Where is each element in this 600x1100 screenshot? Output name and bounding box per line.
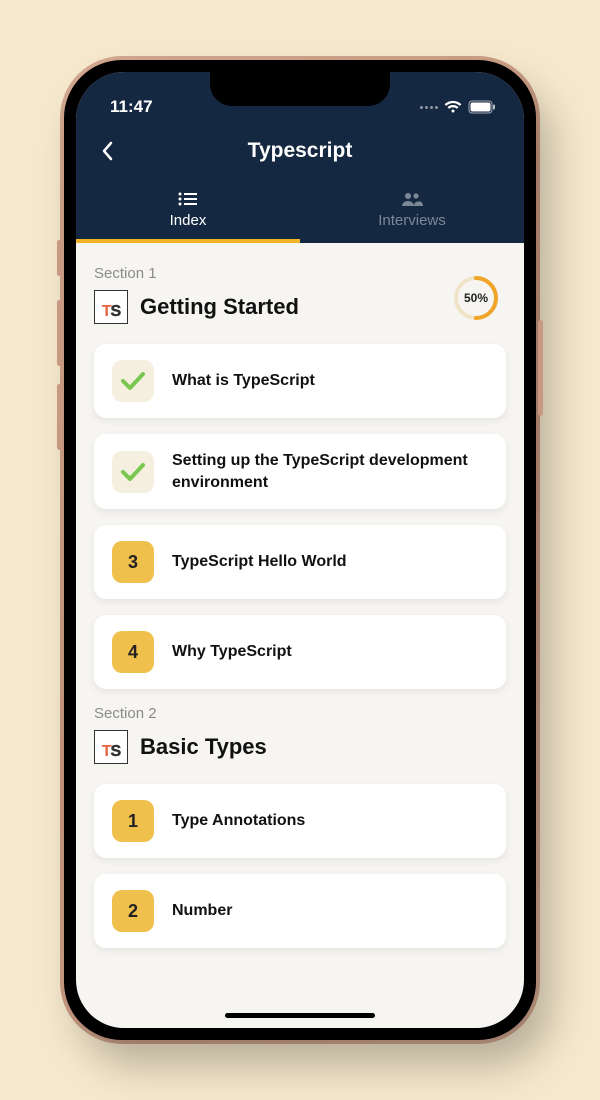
number-badge: 1 [112,800,154,842]
completed-badge [112,360,154,402]
section-label: Section 2 [94,705,506,722]
lesson-title: Why TypeScript [172,641,292,663]
completed-badge [112,451,154,493]
lesson-item[interactable]: Setting up the TypeScript development en… [94,434,506,509]
home-indicator[interactable] [225,1013,375,1018]
check-icon [120,371,146,391]
lesson-title: What is TypeScript [172,370,315,392]
tab-interviews[interactable]: Interviews [300,182,524,243]
people-icon [401,192,423,206]
section-2: Section 2 TS Basic Types 1 Type Annotati… [94,705,506,948]
status-time: 11:47 [110,97,153,117]
lesson-title: Number [172,900,232,922]
lesson-title: TypeScript Hello World [172,551,347,573]
section-label: Section 1 [94,265,506,282]
tab-bar: Index Interviews [76,182,524,243]
typescript-logo-icon: TS [94,730,128,764]
typescript-logo-icon: TS [94,290,128,324]
lesson-item[interactable]: 3 TypeScript Hello World [94,525,506,599]
tab-index[interactable]: Index [76,182,300,243]
lesson-item[interactable]: 2 Number [94,874,506,948]
chevron-left-icon [100,141,114,161]
lesson-item[interactable]: 4 Why TypeScript [94,615,506,689]
lesson-item[interactable]: What is TypeScript [94,344,506,418]
list-icon [178,192,198,206]
back-button[interactable] [94,138,120,164]
number-badge: 3 [112,541,154,583]
lesson-title: Type Annotations [172,810,305,832]
check-icon [120,462,146,482]
progress-percent: 50% [452,274,500,322]
tab-interviews-label: Interviews [378,212,446,229]
wifi-icon [444,100,462,114]
lesson-item[interactable]: 1 Type Annotations [94,784,506,858]
section-1: Section 1 TS Getting Started 50% [94,265,506,689]
active-tab-indicator [76,239,300,243]
tab-index-label: Index [170,212,207,229]
section-title: Getting Started [140,294,299,320]
battery-icon [468,100,496,114]
section-title: Basic Types [140,734,267,760]
cellular-icon [420,106,438,109]
progress-ring: 50% [452,274,500,322]
content-scroll[interactable]: Section 1 TS Getting Started 50% [76,243,524,985]
number-badge: 4 [112,631,154,673]
number-badge: 2 [112,890,154,932]
page-title: Typescript [76,139,524,163]
lesson-title: Setting up the TypeScript development en… [172,450,488,493]
